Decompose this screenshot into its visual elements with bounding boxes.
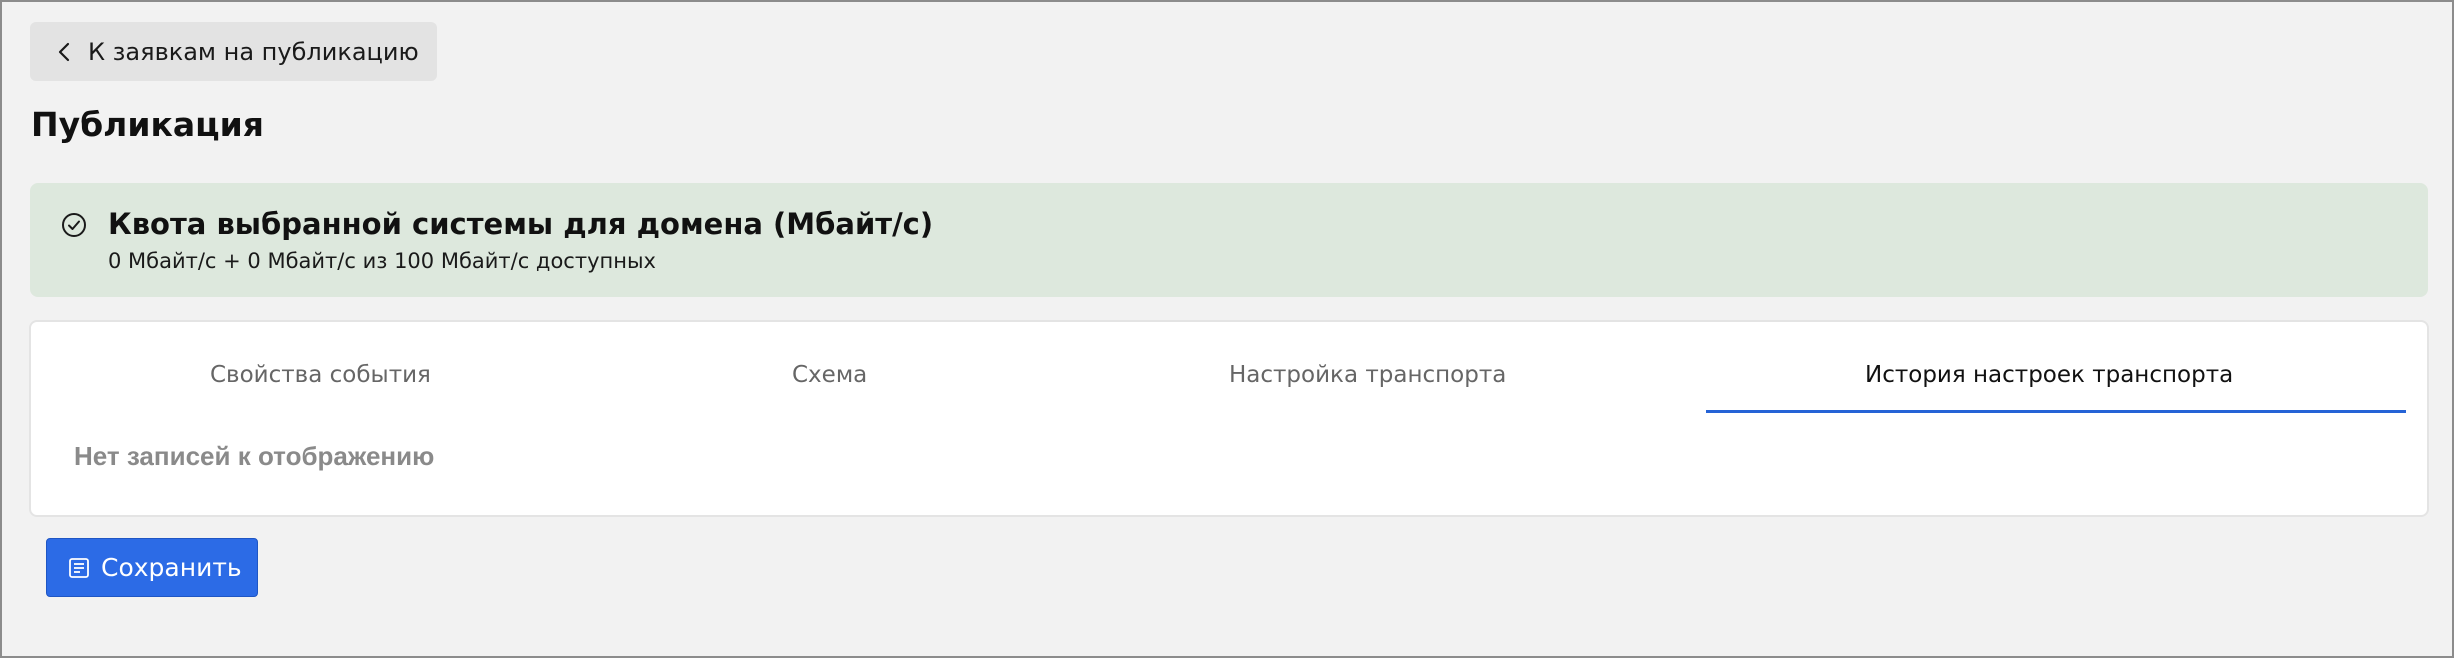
check-circle-icon	[60, 211, 88, 239]
active-tab-indicator	[1706, 410, 2406, 413]
chevron-left-icon	[54, 41, 76, 63]
tab-schema[interactable]: Схема	[792, 362, 867, 388]
save-icon	[67, 556, 91, 580]
page-title: Публикация	[31, 105, 264, 144]
tab-event-properties[interactable]: Свойства события	[210, 362, 431, 388]
tab-bar: Свойства события Схема Настройка транспо…	[31, 322, 2427, 418]
save-button[interactable]: Сохранить	[46, 538, 258, 597]
save-button-label: Сохранить	[101, 553, 242, 582]
publication-card: Свойства события Схема Настройка транспо…	[29, 320, 2429, 517]
tab-transport-settings[interactable]: Настройка транспорта	[1229, 362, 1506, 388]
back-to-requests-button[interactable]: К заявкам на публикацию	[30, 22, 437, 81]
quota-banner: Квота выбранной системы для домена (Мбай…	[30, 183, 2428, 297]
tab-transport-settings-history[interactable]: История настроек транспорта	[1865, 362, 2233, 388]
empty-state-message: Нет записей к отображению	[74, 441, 435, 471]
app-window: К заявкам на публикацию Публикация Квота…	[0, 0, 2454, 658]
quota-title: Квота выбранной системы для домена (Мбай…	[108, 207, 934, 241]
quota-subtitle: 0 Мбайт/с + 0 Мбайт/с из 100 Мбайт/с дос…	[108, 249, 656, 273]
back-button-label: К заявкам на публикацию	[88, 37, 419, 66]
